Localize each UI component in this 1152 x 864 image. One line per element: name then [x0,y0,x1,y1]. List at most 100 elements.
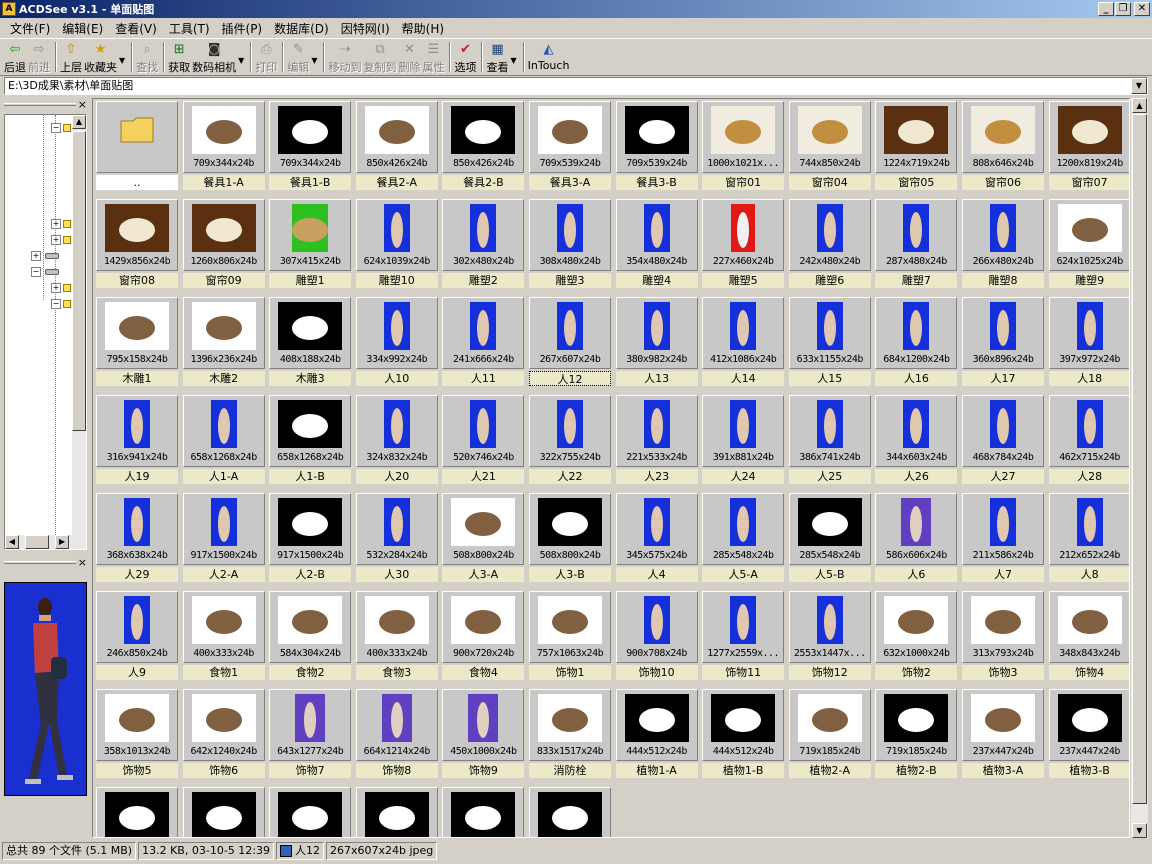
thumbnail-item[interactable]: 850x426x24b 餐具2-A [355,101,439,197]
toolbar-button-1[interactable]: ⇨ 前进 [28,42,50,74]
thumbnail-item[interactable]: 345x575x24b 人4 [615,493,699,589]
thumbnail-item[interactable]: 586x606x24b 人6 [874,493,958,589]
thumbnail-item[interactable]: 267x607x24b 人12 [528,297,612,393]
toolbar-button-8[interactable]: ✎ 编辑 [287,42,309,74]
thumbnail-item[interactable]: 633x1155x24b 人15 [788,297,872,393]
thumbnail-item[interactable]: 444x512x24b 植物1-A [615,689,699,785]
thumbnail-item[interactable] [182,787,266,837]
minimize-button[interactable]: _ [1098,2,1114,16]
thumbnail-item[interactable]: 322x755x24b 人22 [528,395,612,491]
tree-expand-icon[interactable]: + [51,283,61,293]
dropdown-arrow-icon[interactable]: ▼ [510,56,516,65]
scroll-up-icon[interactable]: ▲ [72,115,86,129]
thumbnail-item[interactable]: 307x415x24b 雕塑1 [268,199,352,295]
thumbnail-item[interactable]: 900x708x24b 饰物10 [615,591,699,687]
thumbnail-item[interactable]: 850x426x24b 餐具2-B [441,101,525,197]
tree-expand-icon[interactable]: + [51,235,61,245]
thumbnail-item[interactable]: 397x972x24b 人18 [1048,297,1129,393]
thumbnail-item[interactable]: 900x720x24b 食物4 [441,591,525,687]
thumbnail-item[interactable]: 808x646x24b 窗帘06 [961,101,1045,197]
thumbnail-item[interactable]: 348x843x24b 饰物4 [1048,591,1129,687]
thumbnail-item[interactable] [355,787,439,837]
toolbar-button-12[interactable]: ☰ 属性 [422,42,444,74]
thumbnail-item[interactable] [441,787,525,837]
thumbnail-item[interactable]: 308x480x24b 雕塑3 [528,199,612,295]
thumbnail-item[interactable] [268,787,352,837]
thumbnail-item[interactable]: 444x512x24b 植物1-B [701,689,785,785]
toolbar-button-13[interactable]: ✔ 选项 [454,42,476,74]
thumbnail-item[interactable]: 1260x806x24b 窗帘09 [182,199,266,295]
toolbar-button-5[interactable]: ⊞ 获取 [168,42,190,74]
file-list-scroll-thumb[interactable] [1132,114,1147,804]
toolbar-button-10[interactable]: ⧉ 复制到 [363,42,396,74]
tree-collapse-icon[interactable]: − [51,123,61,133]
toolbar-button-9[interactable]: ⇢ 移动到 [328,42,361,74]
thumbnail-item[interactable]: 709x539x24b 餐具3-A [528,101,612,197]
thumbnail-item[interactable]: 508x800x24b 人3-A [441,493,525,589]
dropdown-arrow-icon[interactable]: ▼ [311,56,317,65]
thumbnail-item[interactable]: 285x548x24b 人5-B [788,493,872,589]
thumbnail-item[interactable]: 684x1200x24b 人16 [874,297,958,393]
thumbnail-item[interactable]: 313x793x24b 饰物3 [961,591,1045,687]
thumbnail-item[interactable]: 917x1500x24b 人2-A [182,493,266,589]
thumbnail-item[interactable]: 757x1063x24b 饰物1 [528,591,612,687]
tree-collapse-icon[interactable]: − [31,267,41,277]
thumbnail-item[interactable]: 285x548x24b 人5-A [701,493,785,589]
file-list-scrollbar[interactable]: ▲ ▼ [1131,98,1148,838]
menu-item-4[interactable]: 插件(P) [216,20,269,37]
thumbnail-item[interactable]: 211x586x24b 人7 [961,493,1045,589]
thumbnail-item[interactable]: 584x304x24b 食物2 [268,591,352,687]
thumbnail-item[interactable]: 334x992x24b 人10 [355,297,439,393]
thumbnail-item[interactable]: 354x480x24b 雕塑4 [615,199,699,295]
tree-horizontal-scrollbar[interactable]: ◀ ▶ [5,535,86,549]
thumbnail-item[interactable]: 1224x719x24b 窗帘05 [874,101,958,197]
thumbnail-item[interactable]: 391x881x24b 人24 [701,395,785,491]
thumbnail-item[interactable]: 316x941x24b 人19 [95,395,179,491]
thumbnail-item[interactable]: 624x1025x24b 雕塑9 [1048,199,1129,295]
toolbar-button-4[interactable]: ⌕ 查找 [136,42,158,74]
thumbnail-item[interactable]: 719x185x24b 植物2-B [874,689,958,785]
toolbar-button-15[interactable]: ◭ InTouch [528,42,570,74]
thumbnail-item[interactable]: 344x603x24b 人26 [874,395,958,491]
scroll-left-icon[interactable]: ◀ [5,535,19,549]
thumbnail-item[interactable]: 532x284x24b 人30 [355,493,439,589]
restore-button[interactable]: ❐ [1115,2,1131,16]
thumbnail-item[interactable]: 664x1214x24b 饰物8 [355,689,439,785]
thumbnail-item[interactable]: 658x1268x24b 人1-B [268,395,352,491]
toolbar-button-14[interactable]: ▦ 查看 [486,42,508,74]
thumbnail-item[interactable]: 237x447x24b 植物3-B [1048,689,1129,785]
address-dropdown-button[interactable]: ▼ [1131,78,1147,94]
menu-item-5[interactable]: 数据库(D) [268,20,335,37]
thumbnail-item[interactable]: 1429x856x24b 窗帘08 [95,199,179,295]
thumbnail-item[interactable]: 1000x1021x... 窗帘01 [701,101,785,197]
thumbnail-item[interactable]: 795x158x24b 木雕1 [95,297,179,393]
thumbnail-item[interactable]: 408x188x24b 木雕3 [268,297,352,393]
scroll-up-icon[interactable]: ▲ [1132,98,1147,113]
preview-pane-grip[interactable] [4,561,76,564]
thumbnail-item[interactable]: 508x800x24b 人3-B [528,493,612,589]
thumbnail-item[interactable]: 1396x236x24b 木雕2 [182,297,266,393]
thumbnail-item[interactable]: 400x333x24b 食物1 [182,591,266,687]
thumbnail-item[interactable]: 658x1268x24b 人1-A [182,395,266,491]
thumbnail-item[interactable]: 241x666x24b 人11 [441,297,525,393]
thumbnail-item[interactable]: 709x344x24b 餐具1-A [182,101,266,197]
dropdown-arrow-icon[interactable]: ▼ [119,56,125,65]
tree-vertical-scrollbar[interactable]: ▲ [72,115,86,549]
thumbnail-item[interactable] [95,787,179,837]
tree-expand-icon[interactable]: + [51,219,61,229]
thumbnail-item[interactable]: 462x715x24b 人28 [1048,395,1129,491]
thumbnail-item[interactable]: 360x896x24b 人17 [961,297,1045,393]
thumbnail-item[interactable]: 643x1277x24b 饰物7 [268,689,352,785]
toolbar-button-3[interactable]: ★ 收藏夹 [84,42,117,74]
thumbnail-item[interactable]: 2553x1447x... 饰物12 [788,591,872,687]
thumbnail-item[interactable]: 468x784x24b 人27 [961,395,1045,491]
thumbnail-item[interactable]: 246x850x24b 人9 [95,591,179,687]
thumbnail-item[interactable]: 221x533x24b 人23 [615,395,699,491]
thumbnail-item[interactable]: 227x460x24b 雕塑5 [701,199,785,295]
tree-pane-grip[interactable] [4,103,76,106]
thumbnail-item[interactable]: 642x1240x24b 饰物6 [182,689,266,785]
menu-item-6[interactable]: 因特网(I) [335,20,396,37]
toolbar-button-2[interactable]: ⇧ 上层 [60,42,82,74]
thumbnail-item[interactable]: 380x982x24b 人13 [615,297,699,393]
address-bar[interactable]: E:\3D成果\素材\单面贴图 ▼ [4,77,1148,95]
